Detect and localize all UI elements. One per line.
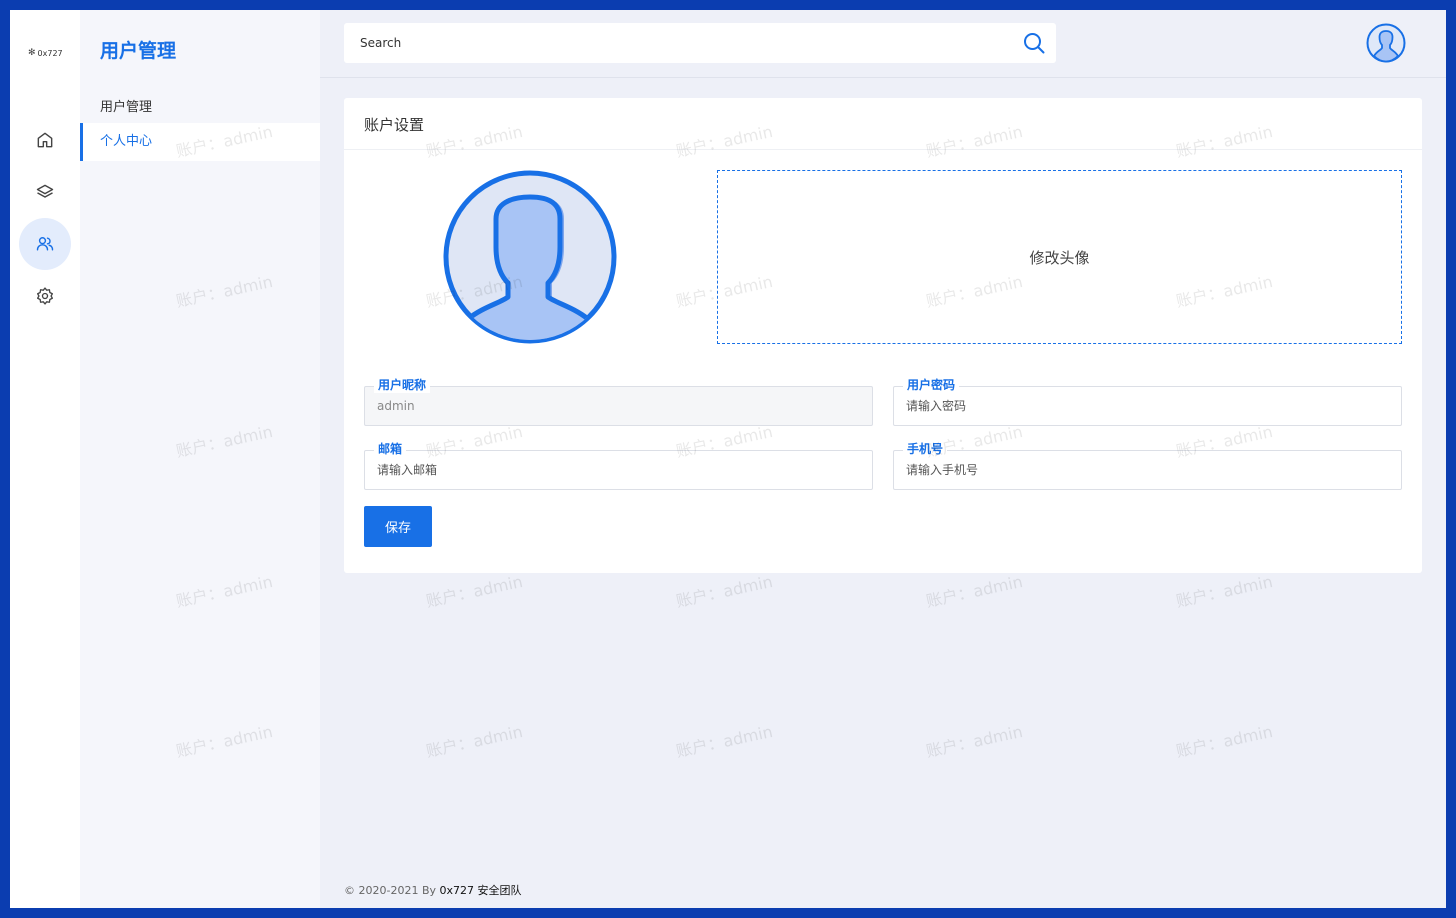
account-settings-card: 账户设置 修改头像 用户昵称 用户密码 邮箱 手机号 保存 — [344, 98, 1422, 573]
rail-item-settings[interactable] — [19, 270, 71, 322]
app-window: ✻ 0x727 用户管理 用户管理 个人中心 账户设置 — [10, 10, 1446, 908]
change-avatar-dropzone[interactable]: 修改头像 — [717, 170, 1402, 344]
section-title: 用户管理 — [100, 40, 177, 62]
save-button[interactable]: 保存 — [364, 506, 432, 547]
watermark-text: 账户：admin — [924, 721, 1025, 761]
profile-avatar-icon — [443, 170, 617, 344]
nav-group-user-management[interactable]: 用户管理 — [100, 96, 152, 115]
email-input[interactable] — [364, 450, 873, 490]
watermark-text: 账户：admin — [424, 571, 525, 611]
footer-prefix: © 2020-2021 By — [344, 884, 440, 897]
nav-item-profile-center[interactable]: 个人中心 — [80, 123, 320, 161]
nickname-input[interactable] — [364, 386, 873, 426]
layers-icon — [36, 184, 54, 198]
watermark-text: 账户：admin — [674, 721, 775, 761]
nickname-field: 用户昵称 — [364, 377, 873, 426]
rail-item-home[interactable] — [19, 114, 71, 166]
logo-text: 0x727 — [37, 48, 63, 58]
brand-logo[interactable]: ✻ 0x727 — [28, 48, 63, 58]
search-input[interactable] — [344, 23, 1056, 63]
phone-input[interactable] — [893, 450, 1402, 490]
email-label: 邮箱 — [374, 441, 407, 457]
phone-field: 手机号 — [893, 441, 1402, 490]
logo-gear-icon: ✻ — [28, 48, 36, 58]
secondary-nav: 用户管理 用户管理 个人中心 — [80, 10, 320, 908]
rail-item-users[interactable] — [19, 218, 71, 270]
watermark-text: 账户：admin — [1174, 721, 1275, 761]
watermark-text: 账户：admin — [924, 571, 1025, 611]
footer-copyright: © 2020-2021 By 0x727 安全团队 — [344, 882, 522, 898]
icon-rail: ✻ 0x727 — [10, 10, 80, 908]
watermark-text: 账户：admin — [674, 571, 775, 611]
watermark-text: 账户：admin — [1174, 571, 1275, 611]
password-input[interactable] — [893, 386, 1402, 426]
rail-item-layers[interactable] — [19, 166, 71, 218]
top-bar — [320, 10, 1446, 78]
password-field: 用户密码 — [893, 377, 1402, 426]
gear-icon — [37, 287, 53, 305]
search-icon[interactable] — [1022, 31, 1046, 55]
email-field: 邮箱 — [364, 441, 873, 490]
phone-label: 手机号 — [903, 441, 948, 457]
user-avatar-icon[interactable] — [1366, 23, 1406, 63]
users-icon — [36, 237, 54, 251]
card-title: 账户设置 — [364, 116, 425, 134]
watermark-text: 账户：admin — [424, 721, 525, 761]
password-label: 用户密码 — [903, 377, 960, 393]
home-icon — [37, 132, 53, 148]
footer-brand[interactable]: 0x727 安全团队 — [440, 884, 522, 897]
card-divider — [344, 149, 1422, 150]
nickname-label: 用户昵称 — [374, 377, 431, 393]
